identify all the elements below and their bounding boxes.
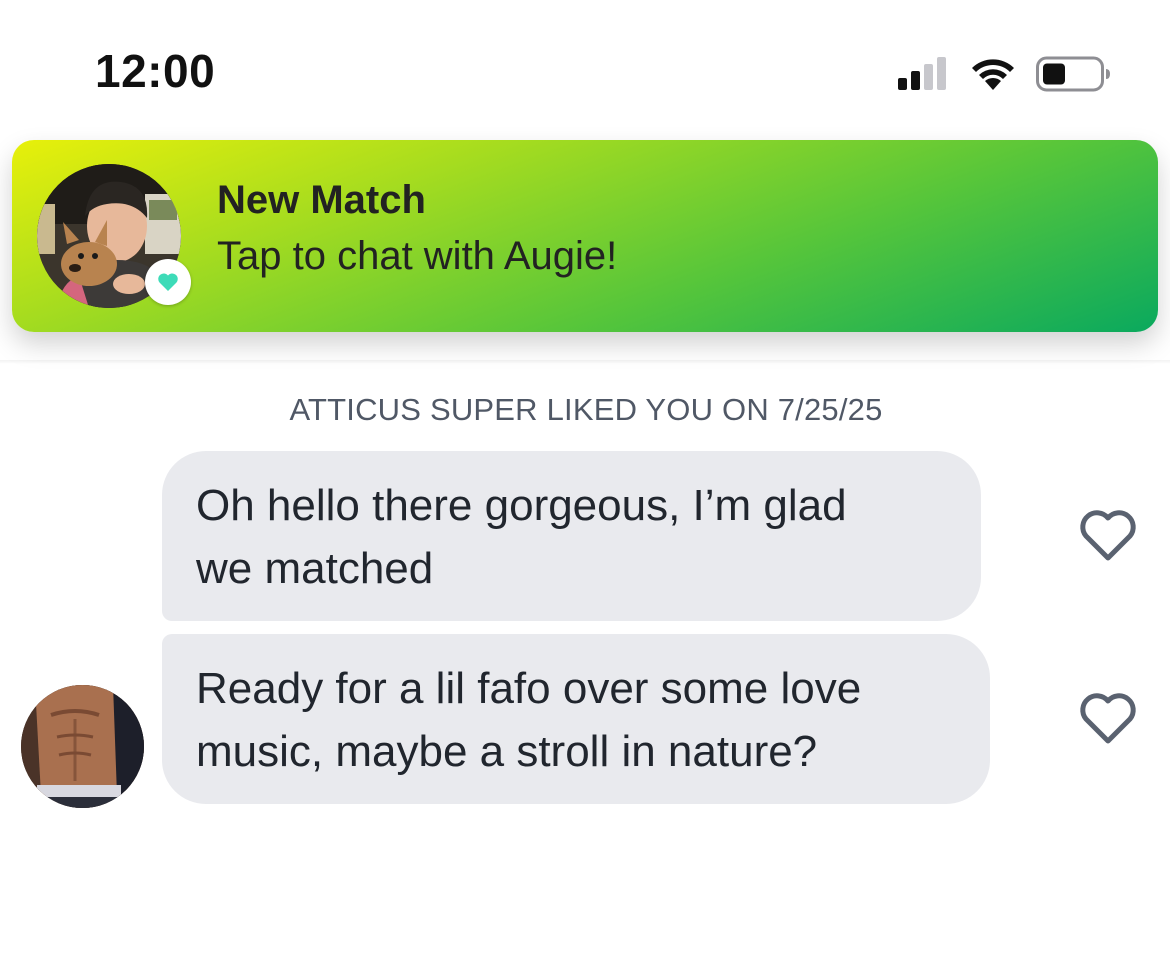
new-match-banner[interactable]: New Match Tap to chat with Augie! bbox=[12, 140, 1158, 332]
cellular-signal-icon bbox=[898, 57, 946, 90]
wifi-icon bbox=[972, 59, 1014, 90]
message-text-line: we matched bbox=[196, 544, 434, 593]
message-text-line: music, maybe a stroll in nature? bbox=[196, 727, 818, 776]
match-badge bbox=[145, 259, 191, 305]
divider bbox=[0, 360, 1170, 364]
like-heart-icon[interactable] bbox=[1078, 508, 1138, 564]
banner-title: New Match bbox=[217, 178, 426, 222]
message-bubble[interactable]: Ready for a lil fafo over some love musi… bbox=[162, 634, 990, 804]
message-bubble[interactable]: Oh hello there gorgeous, I’m glad we mat… bbox=[162, 451, 981, 621]
message-text-line: Oh hello there gorgeous, I’m glad bbox=[196, 481, 847, 530]
status-time: 12:00 bbox=[95, 45, 216, 97]
banner-subtitle: Tap to chat with Augie! bbox=[217, 234, 618, 278]
screen: 12:00 New Match Tap to chat with Augie! … bbox=[0, 0, 1170, 960]
like-heart-icon[interactable] bbox=[1078, 691, 1138, 747]
battery-icon bbox=[1036, 56, 1110, 92]
sender-avatar[interactable] bbox=[21, 685, 144, 808]
message-text-line: Ready for a lil fafo over some love bbox=[196, 664, 862, 713]
super-like-notice: ATTICUS SUPER LIKED YOU ON 7/25/25 bbox=[289, 392, 883, 427]
heart-icon bbox=[158, 273, 178, 291]
status-icons bbox=[898, 56, 1110, 92]
